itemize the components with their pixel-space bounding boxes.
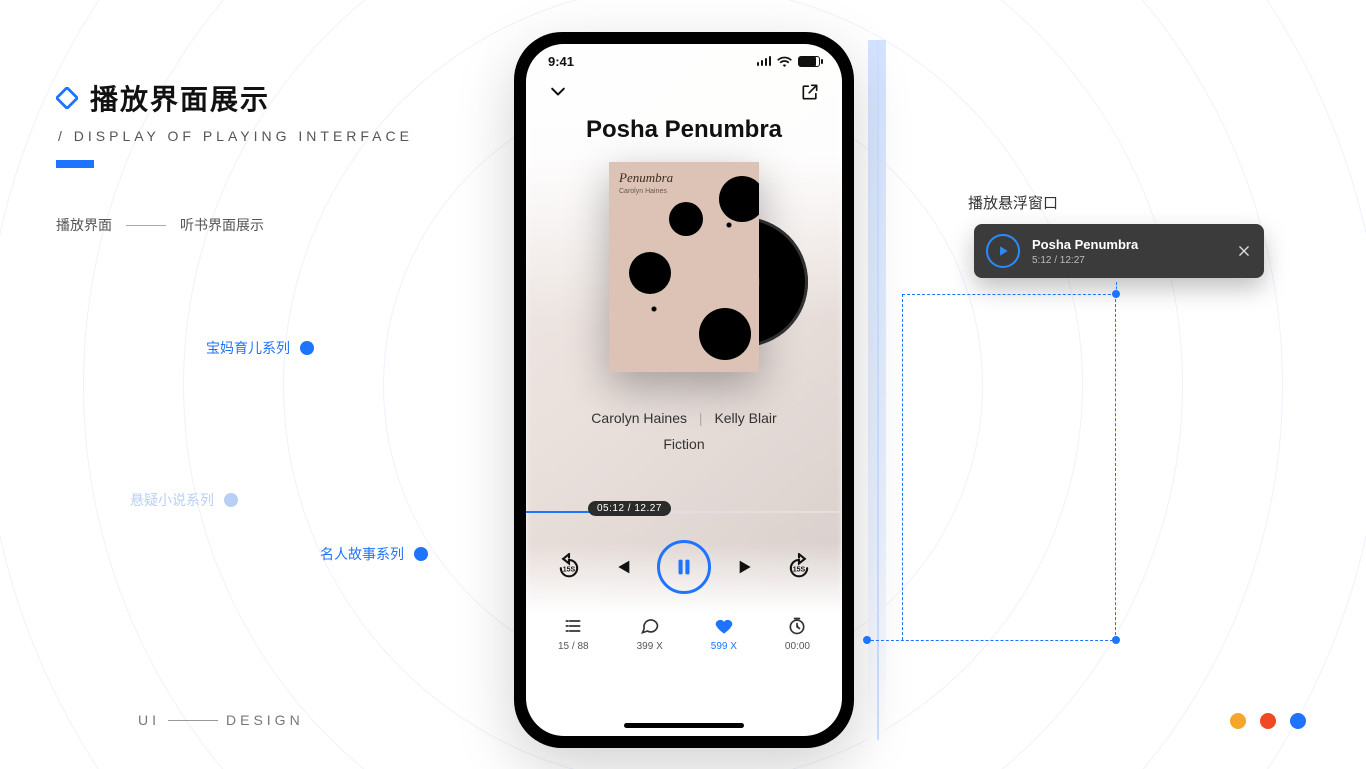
next-button[interactable] <box>730 550 764 584</box>
comment-icon <box>639 616 661 636</box>
forward-15-icon: 15S <box>785 553 813 581</box>
heart-icon <box>713 616 735 636</box>
breadcrumb: 播放界面 听书界面展示 <box>56 215 264 235</box>
page-title: 播放界面展示 <box>90 78 270 118</box>
color-chips <box>1230 713 1306 729</box>
callout-line <box>866 640 1118 641</box>
callout-line <box>902 294 903 640</box>
likes-count: 599 X <box>711 641 737 652</box>
timer-value: 00:00 <box>785 641 810 652</box>
accent-bar <box>56 160 94 168</box>
footer-text: DESIGN <box>226 712 304 728</box>
status-time: 9:41 <box>548 54 574 69</box>
diamond-icon <box>56 87 78 109</box>
flower-deco <box>719 176 759 222</box>
credits-line: Carolyn Haines | Kelly Blair <box>526 410 842 426</box>
phone-frame: 9:41 Posha Penumbra Penumb <box>514 32 854 748</box>
signal-icon <box>757 56 772 66</box>
mini-player-text: Posha Penumbra 5:12 / 12:27 <box>1032 237 1224 266</box>
flower-deco <box>629 252 671 294</box>
category-tag: 名人故事系列 <box>320 544 428 564</box>
dot-icon <box>414 547 428 561</box>
category-tag: 悬疑小说系列 <box>130 490 238 510</box>
footer-text: UI <box>138 712 160 728</box>
sleep-timer-button[interactable]: 00:00 <box>785 616 810 652</box>
footer-mark: UI DESIGN <box>138 712 304 728</box>
tag-label: 悬疑小说系列 <box>130 490 214 510</box>
tag-label: 宝妈育儿系列 <box>206 338 290 358</box>
page-subtitle: / DISPLAY OF PLAYING INTERFACE <box>58 128 413 144</box>
skip-previous-icon <box>611 556 633 578</box>
rewind-15-button[interactable]: 15S <box>552 550 586 584</box>
floating-window-label: 播放悬浮窗口 <box>968 192 1058 213</box>
share-button[interactable] <box>800 82 820 102</box>
chip-red <box>1260 713 1276 729</box>
tag-label: 名人故事系列 <box>320 544 404 564</box>
progress-bar[interactable]: 05:12 / 12.27 <box>526 504 842 520</box>
pause-icon <box>673 556 695 578</box>
genre-label: Fiction <box>526 436 842 452</box>
mini-play-button[interactable] <box>986 234 1020 268</box>
callout-box <box>902 294 1116 640</box>
clock-icon <box>786 616 808 636</box>
track-title: Posha Penumbra <box>526 116 842 144</box>
player-topbar <box>526 78 842 102</box>
author-name: Carolyn Haines <box>591 410 687 426</box>
player-controls: 15S 15S <box>526 520 842 594</box>
playlist-button[interactable]: 15 / 88 <box>558 616 589 652</box>
dot-icon <box>224 493 238 507</box>
cover-author: Carolyn Haines <box>619 188 667 195</box>
skip-next-icon <box>736 556 758 578</box>
mini-title: Posha Penumbra <box>1032 237 1224 252</box>
narrator-name: Kelly Blair <box>714 410 776 426</box>
playlist-icon <box>562 616 584 636</box>
like-button[interactable]: 599 X <box>711 616 737 652</box>
breadcrumb-part: 听书界面展示 <box>180 215 264 235</box>
book-cover: Penumbra Carolyn Haines <box>609 162 759 372</box>
separator: | <box>699 410 703 426</box>
comments-count: 399 X <box>637 641 663 652</box>
chip-blue <box>1290 713 1306 729</box>
playlist-count: 15 / 88 <box>558 641 589 652</box>
collapse-button[interactable] <box>548 82 568 102</box>
play-icon <box>996 244 1010 258</box>
pause-button[interactable] <box>657 540 711 594</box>
share-external-icon <box>800 82 820 102</box>
breadcrumb-part: 播放界面 <box>56 215 112 235</box>
time-badge: 05:12 / 12.27 <box>588 501 671 516</box>
artwork-zone: Penumbra Carolyn Haines <box>526 162 842 402</box>
cover-title: Penumbra <box>619 170 673 186</box>
forward-15-button[interactable]: 15S <box>782 550 816 584</box>
flower-deco <box>699 308 751 360</box>
chevron-down-icon <box>548 82 568 102</box>
chip-orange <box>1230 713 1246 729</box>
svg-text:15S: 15S <box>793 567 806 574</box>
breadcrumb-separator <box>126 225 166 226</box>
floating-mini-player[interactable]: Posha Penumbra 5:12 / 12:27 <box>974 224 1264 278</box>
bottom-bar: 15 / 88 399 X 599 X 00:00 <box>526 594 842 652</box>
mini-close-button[interactable] <box>1236 243 1252 259</box>
callout-dot <box>1112 636 1120 644</box>
dot-icon <box>300 341 314 355</box>
flower-deco <box>669 202 703 236</box>
svg-text:15S: 15S <box>563 567 576 574</box>
page-header: 播放界面展示 / DISPLAY OF PLAYING INTERFACE <box>56 78 413 168</box>
replay-15-icon: 15S <box>555 553 583 581</box>
callout-line <box>1116 282 1117 298</box>
close-icon <box>1237 244 1251 258</box>
footer-line <box>168 720 218 721</box>
wifi-icon <box>777 56 792 67</box>
callout-dot <box>1112 290 1120 298</box>
previous-button[interactable] <box>605 550 639 584</box>
phone-screen: 9:41 Posha Penumbra Penumb <box>526 44 842 736</box>
comments-button[interactable]: 399 X <box>637 616 663 652</box>
design-canvas: 播放界面展示 / DISPLAY OF PLAYING INTERFACE 播放… <box>0 0 1366 769</box>
status-bar: 9:41 <box>526 44 842 78</box>
mini-time: 5:12 / 12:27 <box>1032 255 1224 266</box>
battery-icon <box>798 56 820 67</box>
home-indicator <box>624 723 744 728</box>
category-tag: 宝妈育儿系列 <box>206 338 314 358</box>
side-line <box>877 40 879 740</box>
